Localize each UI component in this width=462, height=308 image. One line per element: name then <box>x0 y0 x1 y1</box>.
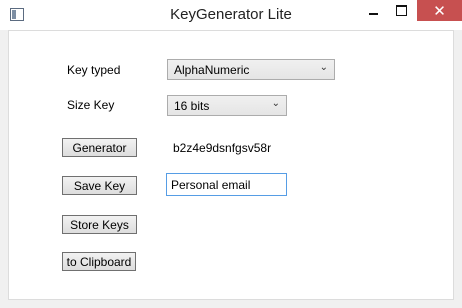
maximize-button[interactable] <box>388 0 414 21</box>
store-keys-button[interactable]: Store Keys <box>62 215 137 234</box>
close-icon: ✕ <box>433 2 446 20</box>
main-panel: Key typed AlphaNumeric ⌄ Size Key 16 bit… <box>8 30 454 300</box>
minimize-button[interactable] <box>360 0 386 21</box>
key-typed-select[interactable]: AlphaNumeric ⌄ <box>167 59 335 80</box>
chevron-down-icon: ⌄ <box>319 62 328 73</box>
key-typed-label: Key typed <box>67 63 121 77</box>
size-key-label: Size Key <box>67 98 115 112</box>
window-bottom-edge <box>0 300 462 308</box>
chevron-down-icon: ⌄ <box>271 98 280 109</box>
save-key-button[interactable]: Save Key <box>62 176 137 195</box>
title-bar: KeyGenerator Lite ✕ <box>0 0 462 30</box>
app-window: KeyGenerator Lite ✕ Key typed AlphaNumer… <box>0 0 462 308</box>
size-key-select[interactable]: 16 bits ⌄ <box>167 95 287 116</box>
key-typed-value: AlphaNumeric <box>174 63 250 77</box>
close-button[interactable]: ✕ <box>417 0 462 21</box>
maximize-icon <box>395 5 407 16</box>
key-name-input[interactable]: Personal email <box>166 173 287 196</box>
generator-button[interactable]: Generator <box>62 138 137 157</box>
clipboard-button[interactable]: to Clipboard <box>62 252 136 271</box>
generated-key-text: b2z4e9dsnfgsv58r <box>173 141 272 155</box>
minimize-icon <box>368 12 378 15</box>
size-key-value: 16 bits <box>174 99 210 113</box>
